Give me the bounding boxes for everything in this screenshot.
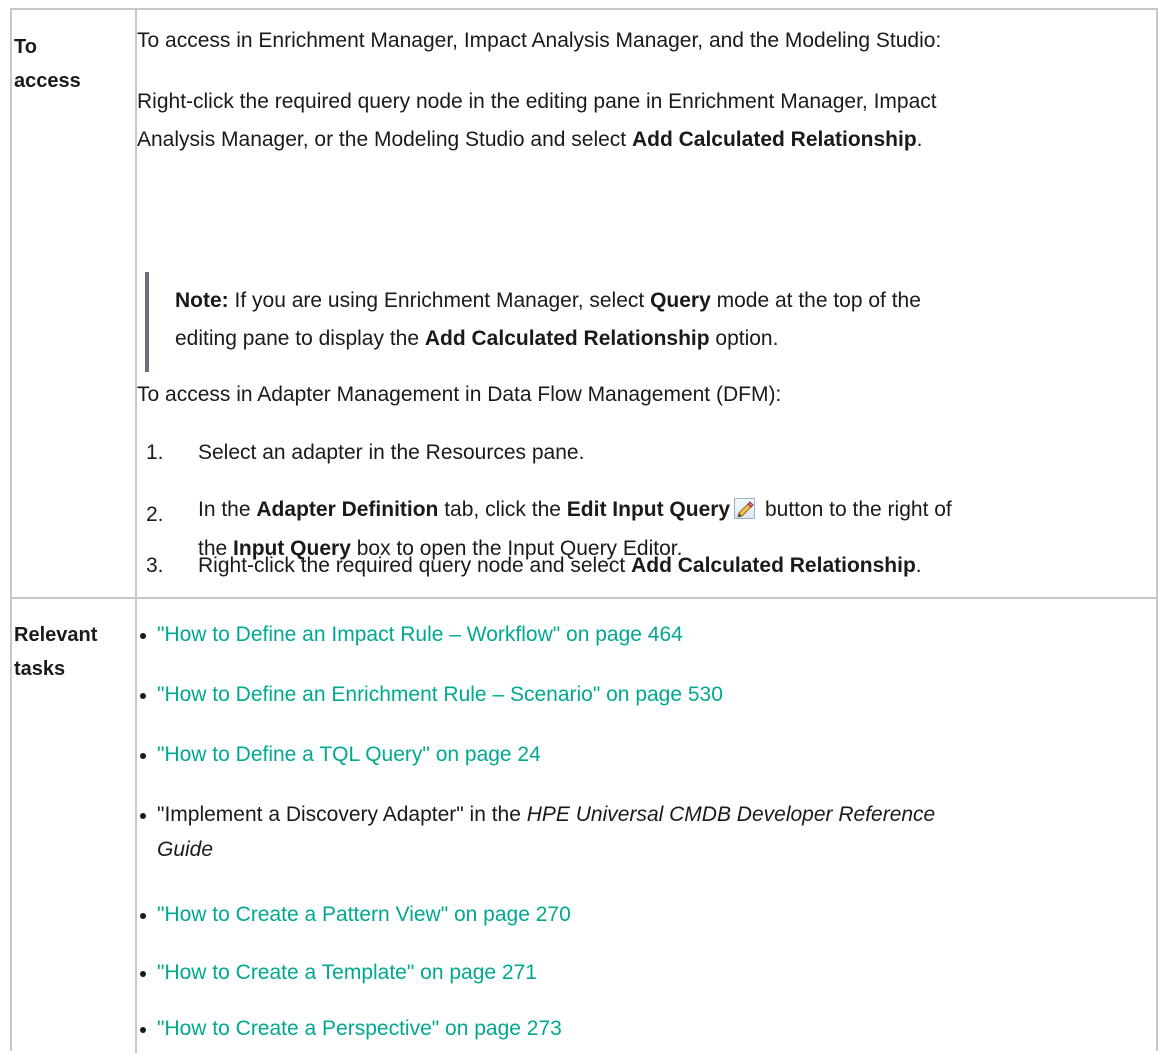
discovery-adapter-item: "Implement a Discovery Adapter" in the H… — [157, 803, 936, 826]
discovery-adapter-item-line2: Guide — [157, 838, 214, 861]
column-divider — [135, 10, 137, 1053]
bullet-icon — [140, 633, 146, 639]
note-line1: Note: If you are using Enrichment Manage… — [175, 289, 921, 312]
bullet-icon — [140, 693, 146, 699]
access-heading-line1: To — [14, 36, 37, 58]
link-tql-query[interactable]: "How to Define a TQL Query" on page 24 — [157, 740, 541, 770]
step-1-number: 1. — [146, 441, 164, 464]
bullet-icon — [140, 1027, 146, 1033]
rightclick-line2: Analysis Manager, or the Modeling Studio… — [137, 128, 923, 151]
info-table — [10, 8, 1158, 1053]
bullet-icon — [140, 913, 146, 919]
step-3-text: Right-click the required query node and … — [198, 554, 922, 577]
link-impact-rule[interactable]: "How to Define an Impact Rule – Workflow… — [157, 620, 683, 650]
step-2-line1: In the Adapter Definition tab, click the… — [198, 498, 952, 521]
link-enrichment-rule[interactable]: "How to Define an Enrichment Rule – Scen… — [157, 680, 723, 710]
link-pattern-view[interactable]: "How to Create a Pattern View" on page 2… — [157, 900, 571, 930]
dfm-intro: To access in Adapter Management in Data … — [137, 383, 782, 406]
link-template[interactable]: "How to Create a Template" on page 271 — [157, 958, 537, 988]
note-bar — [145, 272, 149, 372]
step-2-number: 2. — [146, 503, 164, 526]
bullet-icon — [140, 813, 146, 819]
note-line2: editing pane to display the Add Calculat… — [175, 327, 779, 350]
relevant-heading-line1: Relevant — [14, 624, 98, 646]
relevant-heading: Relevant tasks — [14, 618, 97, 686]
access-heading-line2: access — [14, 70, 81, 92]
access-intro: To access in Enrichment Manager, Impact … — [137, 29, 942, 52]
relevant-heading-line2: tasks — [14, 658, 66, 680]
step-3-number: 3. — [146, 554, 164, 577]
rightclick-line1: Right-click the required query node in t… — [137, 90, 937, 113]
access-heading: To access — [14, 30, 81, 98]
link-perspective[interactable]: "How to Create a Perspective" on page 27… — [157, 1014, 562, 1044]
bullet-icon — [140, 971, 146, 977]
step-1-text: Select an adapter in the Resources pane. — [198, 441, 585, 464]
edit-pencil-icon — [734, 498, 756, 519]
row-divider — [12, 597, 1158, 599]
bullet-icon — [140, 753, 146, 759]
